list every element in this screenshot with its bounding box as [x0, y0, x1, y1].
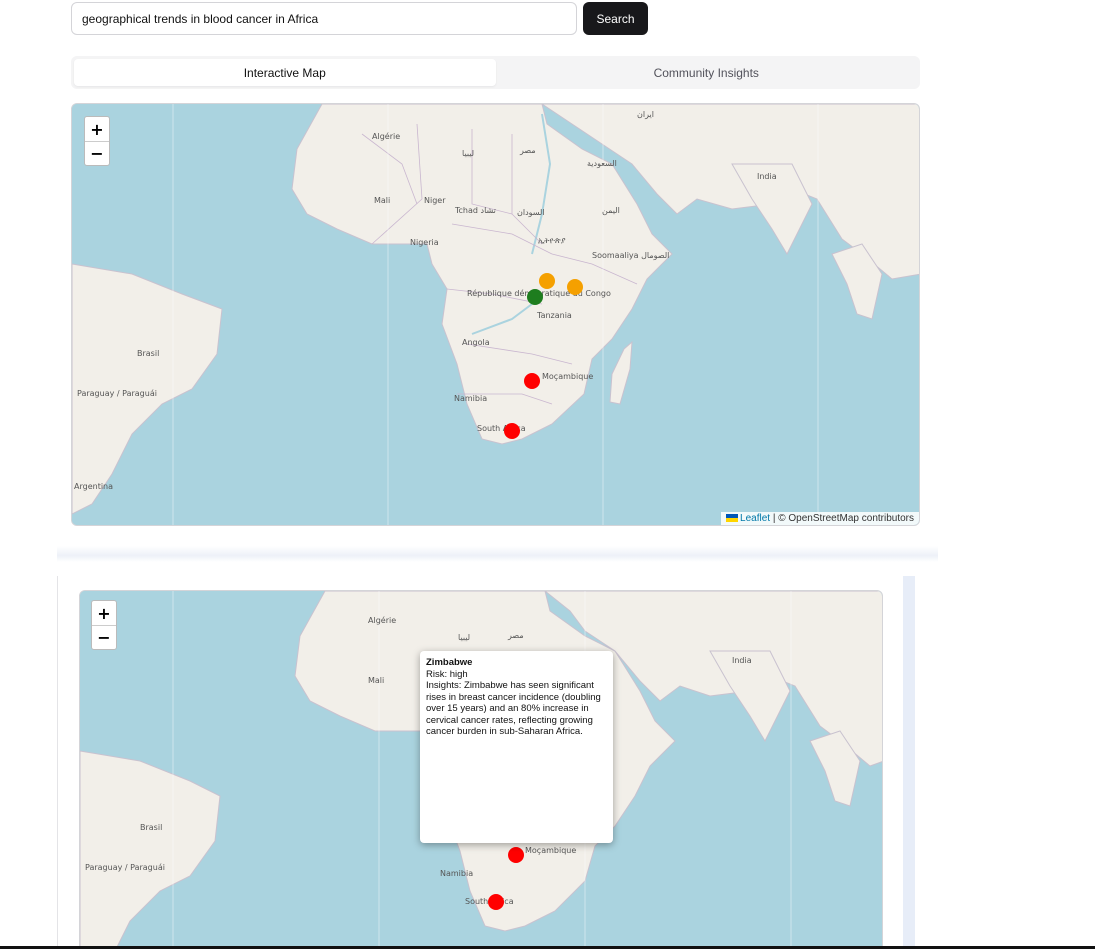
marker-popup: Zimbabwe Risk: high Insights: Zimbabwe h…: [420, 651, 613, 843]
map-tiles: [72, 104, 919, 525]
label-iran: ایران: [637, 110, 654, 119]
label-brasil-2: Brasil: [140, 823, 163, 832]
label-india-2: India: [732, 656, 752, 665]
attribution-text: | © OpenStreetMap contributors: [770, 513, 914, 524]
label-mali: Mali: [374, 196, 391, 205]
search-button[interactable]: Search: [583, 2, 648, 35]
tab-community-insights[interactable]: Community Insights: [496, 59, 918, 86]
label-egypt: مصر: [520, 146, 536, 155]
label-libya: ليبيا: [462, 149, 475, 158]
scrollbar-track[interactable]: [903, 576, 915, 949]
label-algeria: Algérie: [372, 132, 401, 141]
label-libya-2: ليبيا: [458, 633, 471, 642]
map-attribution: Leaflet | © OpenStreetMap contributors: [721, 512, 919, 525]
label-algeria-2: Algérie: [368, 616, 397, 625]
label-mozambique: Moçambique: [542, 372, 594, 381]
page: Search Interactive Map Community Insight…: [0, 0, 1095, 949]
zoom-in-button-2[interactable]: +: [92, 601, 116, 625]
interactive-map-expanded[interactable]: Algérie ليبيا مصر Mali India Brasil Para…: [79, 590, 883, 949]
label-india: India: [757, 172, 777, 181]
label-mozambique-2: Moçambique: [525, 846, 577, 855]
label-argentina: Argentina: [74, 482, 114, 491]
label-namibia: Namibia: [454, 394, 488, 403]
marker-zimbabwe[interactable]: [524, 373, 540, 389]
leaflet-link[interactable]: Leaflet: [740, 513, 770, 524]
label-ethiopia: ኢትዮጵያ: [538, 236, 566, 245]
label-namibia-2: Namibia: [440, 869, 474, 878]
popup-risk: Risk: high: [426, 668, 468, 680]
zoom-control-2: + −: [91, 600, 117, 650]
marker-zimbabwe-2[interactable]: [508, 847, 524, 863]
zoom-out-button[interactable]: −: [85, 141, 109, 165]
zoom-in-button[interactable]: +: [85, 117, 109, 141]
label-sudan: السودان: [517, 208, 545, 217]
panel-left-border: [57, 576, 58, 949]
label-chad: Tchad تشاد: [455, 206, 496, 215]
label-niger: Niger: [424, 196, 446, 205]
zoom-control: + −: [84, 116, 110, 166]
label-angola: Angola: [462, 338, 490, 347]
label-nigeria: Nigeria: [410, 238, 439, 247]
marker-kenya-west[interactable]: [539, 273, 555, 289]
view-tabs: Interactive Map Community Insights: [71, 56, 920, 89]
label-tanzania: Tanzania: [537, 311, 572, 320]
section-divider: [57, 546, 938, 562]
label-paraguay-2: Paraguay / Paraguái: [85, 863, 165, 872]
search-input[interactable]: [71, 2, 577, 35]
marker-south-africa[interactable]: [504, 423, 520, 439]
label-mali-2: Mali: [368, 676, 385, 685]
label-yemen: اليمن: [602, 206, 620, 215]
marker-kenya-east[interactable]: [567, 279, 583, 295]
zoom-out-button-2[interactable]: −: [92, 625, 116, 649]
label-somalia: Soomaaliya الصومال: [592, 251, 670, 260]
popup-insights: Insights: Zimbabwe has seen significant …: [426, 680, 601, 737]
label-saudi: السعودية: [587, 159, 617, 168]
marker-south-africa-2[interactable]: [488, 894, 504, 910]
interactive-map[interactable]: Algérie ليبيا مصر Mali Niger Tchad تشاد …: [71, 103, 920, 526]
popup-title: Zimbabwe: [426, 657, 473, 668]
tab-interactive-map[interactable]: Interactive Map: [74, 59, 496, 86]
label-paraguay: Paraguay / Paraguái: [77, 389, 157, 398]
label-egypt-2: مصر: [508, 631, 524, 640]
label-brasil: Brasil: [137, 349, 160, 358]
ukraine-flag-icon: [726, 514, 739, 522]
marker-uganda[interactable]: [527, 289, 543, 305]
